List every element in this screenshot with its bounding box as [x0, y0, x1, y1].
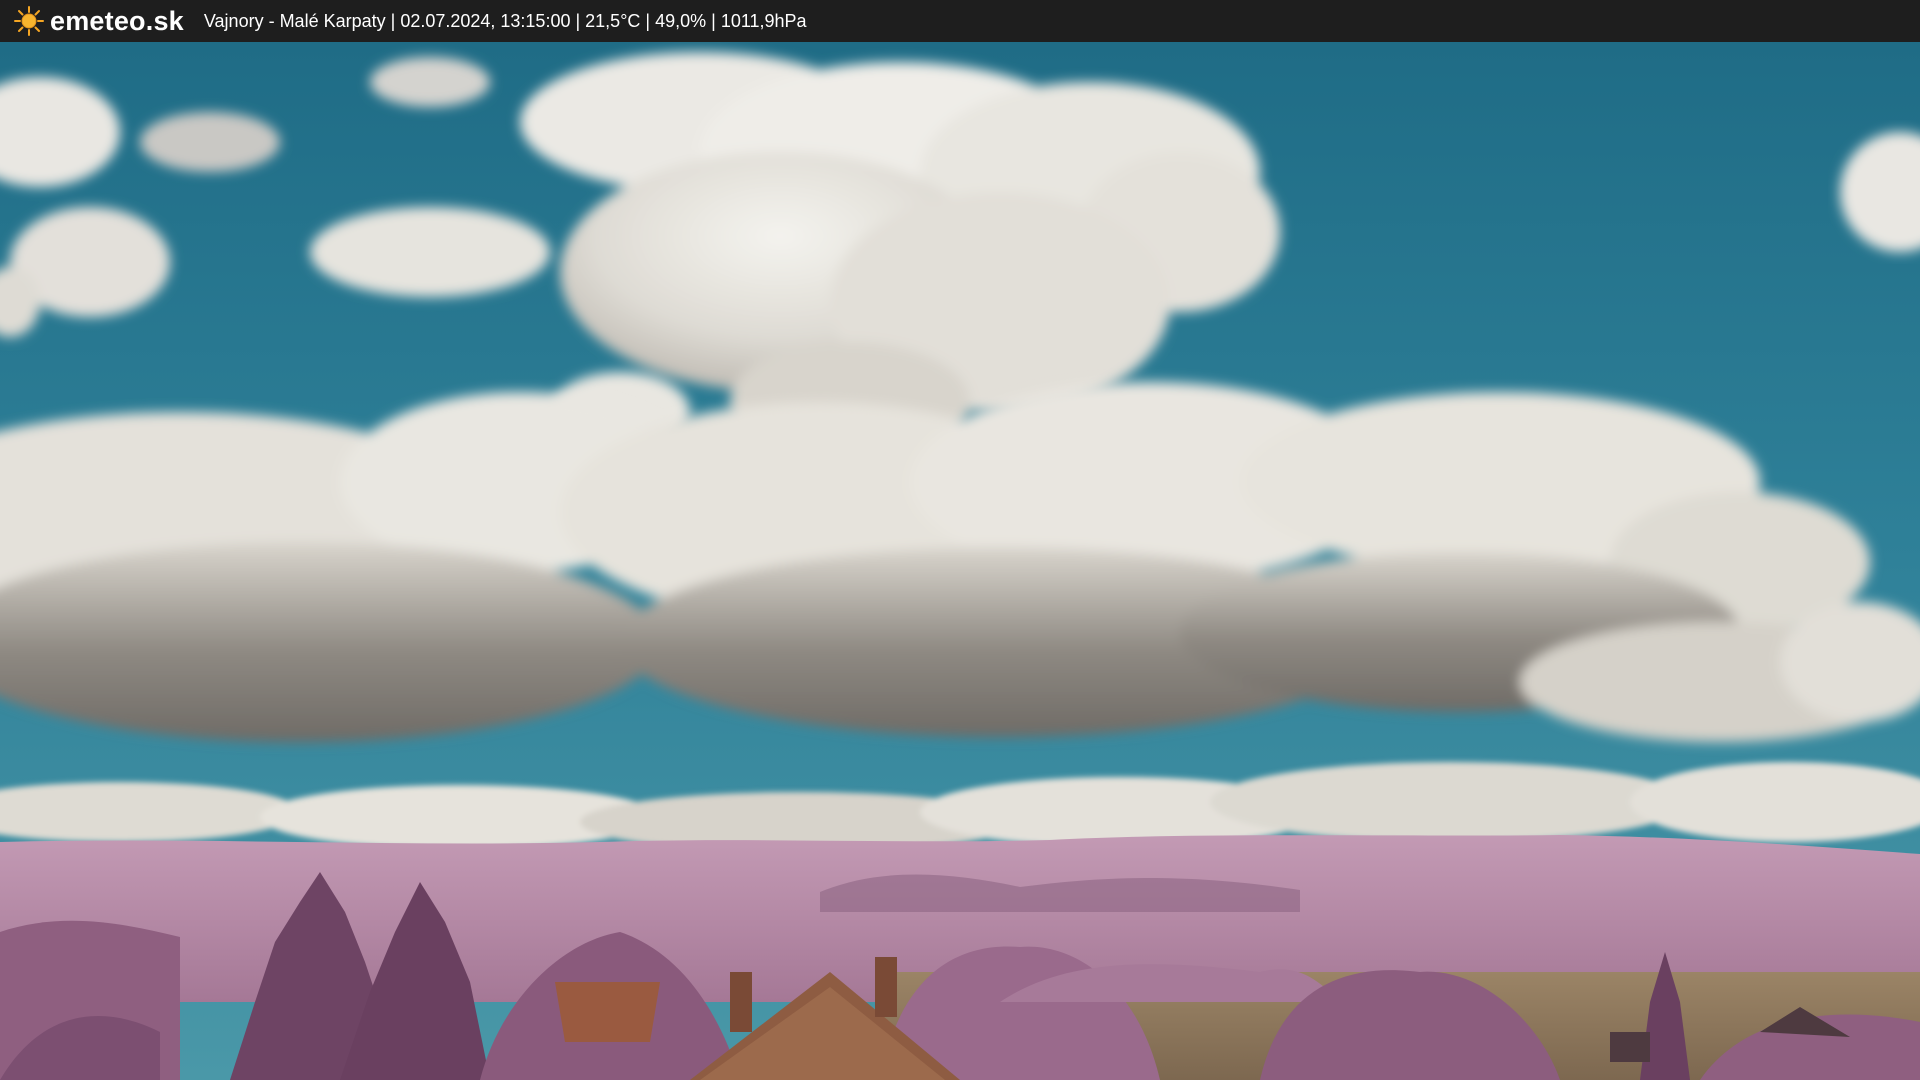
emeteo-logo[interactable]: emeteo.sk: [14, 0, 184, 42]
webcam-image: [0, 42, 1920, 1080]
separator: |: [706, 10, 721, 31]
sun-icon: [14, 6, 44, 36]
datetime-label: 02.07.2024, 13:15:00: [400, 10, 571, 31]
logo-text: emeteo.sk: [50, 5, 184, 36]
separator: |: [640, 10, 656, 31]
webcam-frame: emeteo.sk Vajnory - Malé Karpaty | 02.07…: [0, 0, 1920, 1080]
separator: |: [385, 10, 401, 31]
info-bar: emeteo.sk Vajnory - Malé Karpaty | 02.07…: [0, 0, 1920, 42]
location-label: Vajnory - Malé Karpaty: [203, 10, 386, 31]
separator: |: [570, 10, 586, 31]
cloud-band: [0, 382, 1920, 742]
station-info: Vajnory - Malé Karpaty | 02.07.2024, 13:…: [204, 11, 807, 32]
temperature-label: 21,5°C: [585, 10, 641, 31]
pressure-label: 1011,9hPa: [720, 10, 807, 31]
humidity-label: 49,0%: [655, 10, 707, 31]
